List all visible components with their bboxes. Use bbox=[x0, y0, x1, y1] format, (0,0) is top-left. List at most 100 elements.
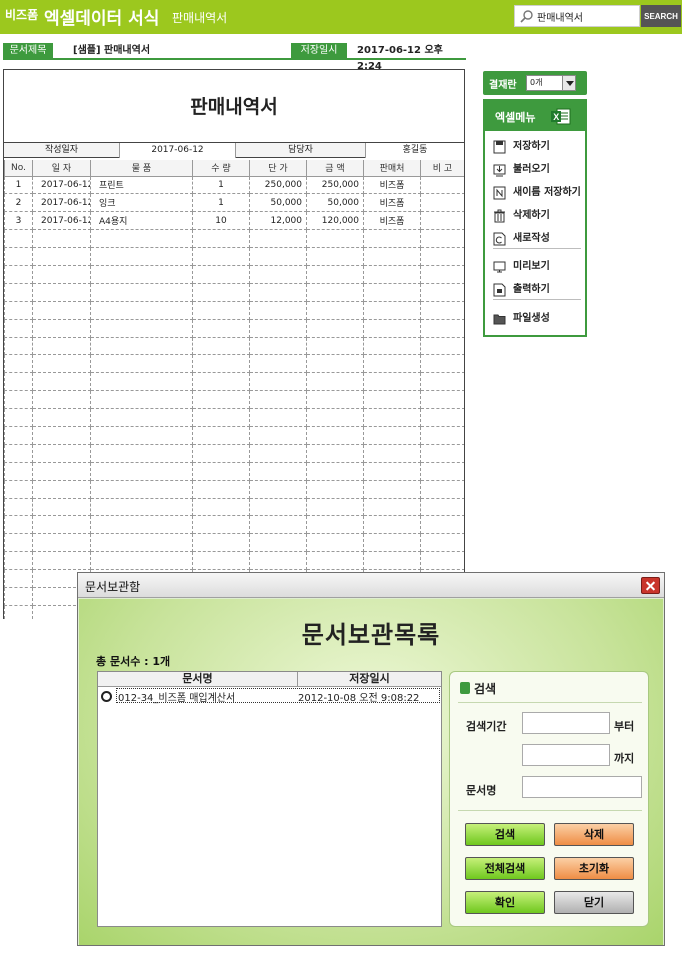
table-cell[interactable] bbox=[363, 515, 421, 535]
table-cell[interactable] bbox=[4, 551, 33, 571]
table-cell[interactable] bbox=[4, 354, 33, 374]
select-radio[interactable] bbox=[101, 691, 112, 702]
table-cell[interactable] bbox=[90, 390, 193, 410]
table-cell[interactable] bbox=[249, 319, 307, 338]
table-cell[interactable] bbox=[192, 444, 250, 463]
close-icon[interactable] bbox=[641, 577, 660, 594]
table-cell[interactable] bbox=[420, 301, 464, 320]
table-cell[interactable] bbox=[420, 319, 464, 338]
table-cell[interactable] bbox=[363, 354, 421, 374]
table-cell[interactable] bbox=[4, 533, 33, 553]
table-cell[interactable] bbox=[192, 515, 250, 535]
table-cell[interactable] bbox=[192, 301, 250, 320]
table-cell[interactable] bbox=[90, 551, 193, 571]
table-cell[interactable] bbox=[420, 426, 464, 445]
menu-load[interactable]: 불러오기 bbox=[493, 160, 581, 180]
menu-save-as[interactable]: 새이름 저장하기 bbox=[493, 183, 581, 203]
table-cell[interactable] bbox=[420, 229, 464, 249]
column-doc-name[interactable]: 문서명 bbox=[98, 672, 298, 686]
table-cell[interactable] bbox=[90, 498, 193, 517]
table-cell[interactable]: 120,000 bbox=[306, 211, 364, 231]
table-cell[interactable] bbox=[249, 533, 307, 553]
table-cell[interactable] bbox=[32, 265, 91, 284]
table-cell[interactable] bbox=[90, 480, 193, 499]
table-cell[interactable] bbox=[306, 319, 364, 338]
close-button[interactable]: 닫기 bbox=[554, 891, 634, 914]
table-cell[interactable] bbox=[32, 408, 91, 427]
table-cell[interactable] bbox=[32, 372, 91, 392]
table-cell[interactable] bbox=[90, 354, 193, 374]
table-cell[interactable] bbox=[306, 498, 364, 517]
search-submit-button[interactable]: 검색 bbox=[465, 823, 545, 846]
table-cell[interactable] bbox=[306, 408, 364, 427]
table-cell[interactable] bbox=[90, 229, 193, 249]
menu-print[interactable]: 출력하기 bbox=[493, 280, 581, 300]
table-cell[interactable] bbox=[4, 444, 33, 463]
table-cell[interactable]: 잉크 bbox=[90, 193, 193, 213]
table-cell[interactable] bbox=[363, 462, 421, 481]
table-cell[interactable]: 250,000 bbox=[306, 176, 364, 195]
table-cell[interactable] bbox=[90, 444, 193, 463]
table-cell[interactable]: 1 bbox=[192, 193, 250, 213]
table-cell[interactable] bbox=[32, 247, 91, 266]
table-cell[interactable] bbox=[32, 301, 91, 320]
confirm-button[interactable]: 확인 bbox=[465, 891, 545, 914]
menu-preview[interactable]: 미리보기 bbox=[493, 257, 581, 277]
table-cell[interactable] bbox=[4, 319, 33, 338]
table-cell[interactable] bbox=[363, 247, 421, 266]
table-cell[interactable]: 비즈폼 bbox=[363, 176, 421, 195]
table-cell[interactable] bbox=[363, 301, 421, 320]
table-cell[interactable] bbox=[4, 498, 33, 517]
table-cell[interactable] bbox=[249, 408, 307, 427]
chevron-down-icon[interactable] bbox=[562, 76, 575, 90]
table-cell[interactable] bbox=[32, 498, 91, 517]
table-cell[interactable] bbox=[363, 426, 421, 445]
table-cell[interactable] bbox=[32, 283, 91, 302]
menu-save[interactable]: 저장하기 bbox=[493, 137, 581, 157]
table-cell[interactable] bbox=[32, 426, 91, 445]
table-cell[interactable] bbox=[420, 211, 464, 231]
table-cell[interactable] bbox=[363, 229, 421, 249]
dialog-titlebar[interactable]: 문서보관함 bbox=[78, 573, 664, 598]
table-cell[interactable] bbox=[90, 533, 193, 553]
table-cell[interactable] bbox=[4, 247, 33, 266]
table-cell[interactable] bbox=[90, 283, 193, 302]
table-cell[interactable] bbox=[4, 587, 33, 606]
menu-new[interactable]: 새로작성 bbox=[493, 229, 581, 249]
table-cell[interactable] bbox=[4, 462, 33, 481]
table-cell[interactable] bbox=[192, 354, 250, 374]
table-cell[interactable] bbox=[192, 533, 250, 553]
table-cell[interactable]: 1 bbox=[192, 176, 250, 195]
period-from-input[interactable] bbox=[522, 712, 610, 734]
table-cell[interactable]: 2017-06-12 bbox=[32, 211, 91, 231]
period-to-input[interactable] bbox=[522, 744, 610, 766]
table-cell[interactable] bbox=[4, 390, 33, 410]
table-cell[interactable]: 비즈폼 bbox=[363, 211, 421, 231]
table-cell[interactable] bbox=[192, 265, 250, 284]
table-cell[interactable]: 비즈폼 bbox=[363, 193, 421, 213]
table-cell[interactable] bbox=[306, 390, 364, 410]
table-cell[interactable] bbox=[420, 390, 464, 410]
table-cell[interactable] bbox=[192, 551, 250, 571]
table-cell[interactable]: 3 bbox=[4, 211, 33, 231]
table-cell[interactable] bbox=[90, 265, 193, 284]
table-cell[interactable] bbox=[4, 283, 33, 302]
search-button[interactable]: SEARCH bbox=[641, 5, 681, 27]
table-cell[interactable] bbox=[363, 498, 421, 517]
table-cell[interactable] bbox=[4, 605, 33, 619]
search-input[interactable] bbox=[537, 8, 637, 24]
table-cell[interactable] bbox=[192, 408, 250, 427]
table-cell[interactable] bbox=[420, 551, 464, 571]
table-cell[interactable] bbox=[249, 229, 307, 249]
table-cell[interactable] bbox=[32, 444, 91, 463]
table-cell[interactable]: 50,000 bbox=[249, 193, 307, 213]
table-cell[interactable] bbox=[363, 337, 421, 356]
reset-button[interactable]: 초기화 bbox=[554, 857, 634, 880]
table-cell[interactable] bbox=[4, 515, 33, 535]
table-cell[interactable] bbox=[4, 480, 33, 499]
table-cell[interactable]: A4용지 bbox=[90, 211, 193, 231]
table-cell[interactable] bbox=[4, 408, 33, 427]
table-cell[interactable] bbox=[4, 372, 33, 392]
docname-input[interactable] bbox=[522, 776, 642, 798]
table-cell[interactable] bbox=[249, 426, 307, 445]
